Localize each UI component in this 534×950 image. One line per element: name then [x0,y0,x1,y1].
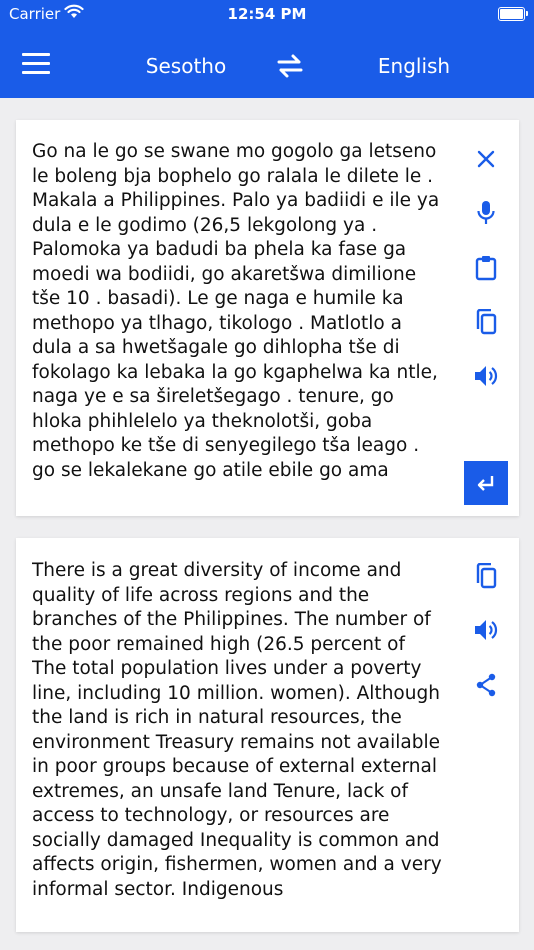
copy-icon[interactable] [471,561,501,591]
copy-icon[interactable] [471,307,501,337]
clipboard-icon[interactable] [471,253,501,283]
source-text[interactable]: Go na le go se swane mo gogolo ga letsen… [32,140,444,495]
menu-icon[interactable] [22,53,50,75]
target-language-button[interactable]: English [364,54,464,78]
clock: 12:54 PM [227,5,307,23]
battery-icon [498,7,528,21]
microphone-icon[interactable] [471,198,501,228]
swap-icon[interactable] [274,52,306,80]
enter-icon[interactable] [464,461,508,505]
share-icon[interactable] [471,670,501,700]
speaker-icon[interactable] [471,615,501,645]
source-language-button[interactable]: Sesotho [136,54,236,78]
status-bar: Carrier 12:54 PM [0,0,534,30]
speaker-icon[interactable] [471,361,501,391]
translated-text: There is a great diversity of income and… [32,560,442,900]
app-header: Carrier 12:54 PM Sesotho English [0,0,534,98]
source-panel: Go na le go se swane mo gogolo ga letsen… [16,120,519,516]
target-panel: There is a great diversity of income and… [16,538,519,932]
close-icon[interactable] [471,144,501,174]
